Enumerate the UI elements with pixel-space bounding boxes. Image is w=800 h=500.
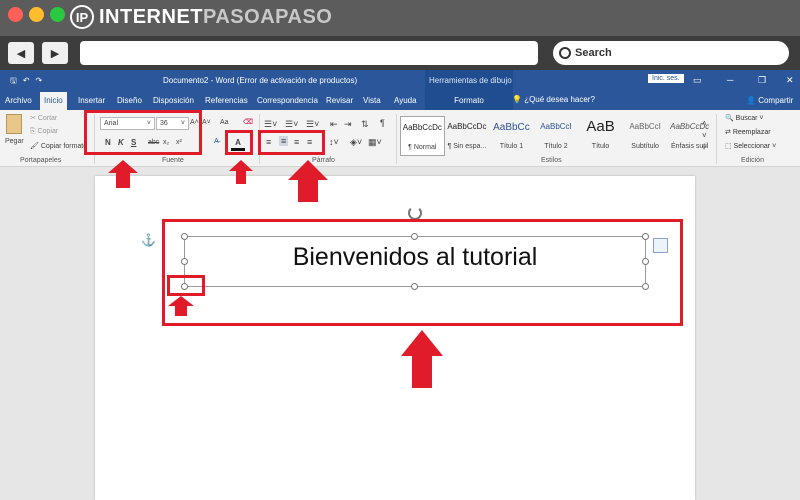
minimize-icon[interactable]: ─: [727, 75, 733, 85]
logo-text: INTERNETPASOAPASO: [99, 5, 333, 28]
ribbon-tabs: Archivo Inicio Insertar Diseño Disposici…: [0, 90, 800, 110]
annotation-arrow-icon: [229, 160, 253, 184]
tell-me-box[interactable]: 💡 ¿Qué desea hacer?: [512, 95, 595, 104]
multilevel-list-icon[interactable]: ☰˅: [306, 119, 319, 130]
styles-group-label: Estilos: [541, 157, 562, 164]
cut-button[interactable]: ✂ Cortar: [30, 114, 57, 122]
logo-mark-icon: IP: [70, 5, 94, 29]
tab-referencias[interactable]: Referencias: [205, 96, 248, 105]
sign-in-button[interactable]: Inic. ses.: [648, 74, 684, 83]
scissors-icon: ✂: [30, 115, 38, 122]
style-heading-1[interactable]: AaBbCc Título 1: [489, 116, 534, 156]
decrease-indent-icon[interactable]: ⇤: [330, 119, 338, 130]
format-painter-button[interactable]: 🖌 Copiar formato: [30, 142, 87, 150]
clear-format-icon[interactable]: ⌫: [243, 118, 253, 126]
select-button[interactable]: ⬚ Seleccionar ˅: [725, 142, 776, 150]
annotation-arrow-icon: [401, 330, 443, 388]
word-title-bar: 🖫↶↷ Documento2 - Word (Error de activaci…: [0, 70, 800, 90]
back-button[interactable]: ◀: [8, 42, 34, 64]
close-window-icon[interactable]: [8, 7, 23, 22]
back-arrow-icon: ◀: [16, 47, 26, 60]
select-icon: ⬚: [725, 143, 734, 150]
text-effects-icon[interactable]: A̶: [214, 138, 219, 145]
restore-icon[interactable]: ❐: [758, 75, 766, 86]
find-button[interactable]: 🔍 Buscar ˅: [725, 114, 764, 122]
paintbrush-icon: 🖌: [30, 143, 41, 150]
styles-scroll-icon[interactable]: ˄ ˅ ▿: [702, 118, 707, 154]
forward-arrow-icon: ▶: [50, 47, 60, 60]
tab-disposicion[interactable]: Disposición: [153, 96, 194, 105]
document-area: [0, 168, 800, 500]
alignment-highlight-box: [258, 130, 325, 155]
tab-correspondencia[interactable]: Correspondencia: [257, 96, 318, 105]
style-title[interactable]: AaB Título: [578, 116, 623, 156]
styles-gallery: AaBbCcDc ¶ Normal AaBbCcDc ¶ Sin espa... A…: [400, 116, 712, 156]
style-subtitle[interactable]: AaBbCcI Subtítulo: [623, 116, 668, 156]
bullets-icon[interactable]: ☰˅: [264, 119, 277, 130]
style-normal[interactable]: AaBbCcDc ¶ Normal: [400, 116, 445, 156]
annotation-arrow-icon: [108, 160, 138, 188]
document-title: Documento2 - Word (Error de activación d…: [163, 76, 358, 85]
person-icon: 👤: [746, 96, 759, 105]
tab-insertar[interactable]: Insertar: [78, 96, 105, 105]
paste-button[interactable]: Pegar: [5, 138, 24, 145]
quick-access-toolbar[interactable]: 🖫↶↷: [10, 75, 48, 89]
font-color-highlight-box: [225, 130, 253, 155]
tab-inicio[interactable]: Inicio: [40, 92, 67, 110]
numbering-icon[interactable]: ☰˅: [285, 119, 298, 130]
group-separator: [396, 114, 397, 164]
find-icon: 🔍: [725, 115, 736, 122]
style-heading-2[interactable]: AaBbCcI Título 2: [534, 116, 579, 156]
browser-nav-bar: ◀ ▶ Search: [0, 36, 800, 70]
browser-search-box[interactable]: Search: [553, 41, 789, 65]
ribbon-options-icon[interactable]: ▭: [693, 75, 702, 86]
borders-icon[interactable]: ▦˅: [368, 137, 382, 148]
close-icon[interactable]: ✕: [786, 75, 794, 86]
search-icon: [559, 47, 571, 59]
shrink-font-button[interactable]: A˅: [202, 119, 211, 126]
rotate-handle-icon[interactable]: [408, 206, 422, 220]
clipboard-icon: [6, 114, 22, 134]
tab-vista[interactable]: Vista: [363, 96, 381, 105]
change-case-button[interactable]: Aa: [220, 119, 229, 126]
site-logo[interactable]: IP INTERNETPASOAPASO: [70, 4, 332, 30]
annotation-arrow-icon: [168, 296, 194, 316]
editing-group-label: Edición: [741, 157, 764, 164]
copy-button[interactable]: ⎘ Copiar: [30, 128, 58, 136]
show-formatting-icon[interactable]: ¶: [380, 118, 385, 128]
search-label: Search: [575, 47, 612, 59]
font-highlight-box: [84, 110, 202, 155]
lightbulb-icon: 💡: [512, 95, 525, 104]
tab-formato[interactable]: Formato: [425, 90, 513, 110]
anchor-icon: ⚓: [141, 233, 156, 247]
replace-icon: ⇄: [725, 129, 733, 136]
clipboard-group-label: Portapapeles: [20, 157, 62, 164]
tab-archivo[interactable]: Archivo: [5, 96, 32, 105]
sort-icon[interactable]: ⇅: [361, 119, 369, 130]
handle-highlight-box: [167, 275, 205, 296]
copy-icon: ⎘: [30, 128, 38, 135]
forward-button[interactable]: ▶: [42, 42, 68, 64]
font-group-label: Fuente: [162, 157, 184, 164]
maximize-window-icon[interactable]: [50, 7, 65, 22]
style-no-spacing[interactable]: AaBbCcDc ¶ Sin espa...: [445, 116, 490, 156]
minimize-window-icon[interactable]: [29, 7, 44, 22]
share-button[interactable]: 👤 Compartir: [746, 96, 793, 105]
increase-indent-icon[interactable]: ⇥: [344, 119, 352, 130]
line-spacing-icon[interactable]: ↕˅: [329, 137, 339, 147]
replace-button[interactable]: ⇄ Reemplazar: [725, 128, 771, 136]
tab-revisar[interactable]: Revisar: [326, 96, 353, 105]
textbox-highlight-box: [162, 219, 683, 326]
shading-icon[interactable]: ◈˅: [350, 137, 362, 148]
annotation-arrow-icon: [288, 160, 328, 202]
tab-ayuda[interactable]: Ayuda: [394, 96, 417, 105]
contextual-tools-label: Herramientas de dibujo: [425, 70, 513, 90]
tab-diseno[interactable]: Diseño: [117, 96, 142, 105]
address-bar[interactable]: [80, 41, 538, 65]
browser-title-bar: IP INTERNETPASOAPASO: [0, 0, 800, 36]
group-separator: [716, 114, 717, 164]
